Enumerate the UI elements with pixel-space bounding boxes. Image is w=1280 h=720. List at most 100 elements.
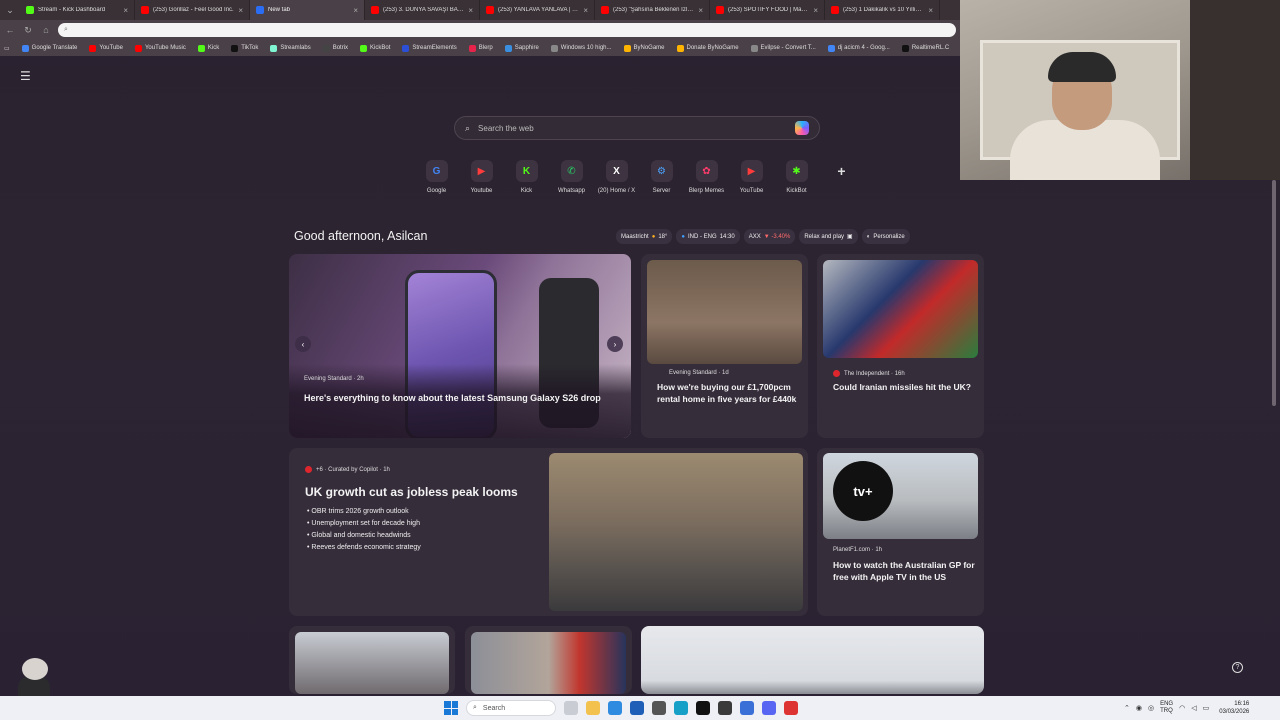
bookmark-label: Evilpse - Convert T... xyxy=(760,45,816,51)
add-shortcut-button[interactable]: + xyxy=(819,160,864,194)
x-app-icon[interactable] xyxy=(696,701,710,715)
app-icon-1[interactable] xyxy=(608,701,622,715)
bookmark-item[interactable]: dj acicm 4 - Goog... xyxy=(827,44,890,52)
cricket-chip[interactable]: ● IND - ENG 14:30 xyxy=(676,229,740,244)
bookmark-item[interactable]: Sapphire xyxy=(504,44,539,52)
browser-tab[interactable]: (253) 3. DÜNYA SAVAŞI BAŞLIYOR× xyxy=(365,0,480,20)
news-card-iran[interactable]: The Independent · 16h Could Iranian miss… xyxy=(817,254,984,438)
bookmark-item[interactable]: KickBot xyxy=(360,44,390,52)
quick-link-icon: ✆ xyxy=(560,160,583,182)
quick-link[interactable]: ▶ Youtube xyxy=(459,160,504,194)
card-image xyxy=(471,632,626,694)
quick-link[interactable]: ⚙ Server xyxy=(639,160,684,194)
quick-link[interactable]: G Google xyxy=(414,160,459,194)
bookmark-item[interactable]: Donate ByNoGame xyxy=(676,44,739,52)
app-icon-6[interactable] xyxy=(784,701,798,715)
info-chips: Maastricht ● 18° ● IND - ENG 14:30 AXX ▼… xyxy=(616,229,910,244)
bookmark-item[interactable]: Streamlabs xyxy=(270,44,311,52)
discord-icon[interactable] xyxy=(762,701,776,715)
browser-tab[interactable]: (253) Gorillaz - Feel Good Inc. × xyxy=(135,0,250,20)
bookmark-item[interactable]: ByNoGame xyxy=(623,44,665,52)
bookmarks-folder-icon[interactable]: ▭ xyxy=(4,45,10,52)
tab-favicon-icon xyxy=(256,6,264,14)
news-card-f1[interactable]: tv+ PlanetF1.com · 1h How to watch the A… xyxy=(817,448,984,616)
tab-close-icon[interactable]: × xyxy=(353,6,358,15)
bookmark-item[interactable]: StreamElements xyxy=(402,44,457,52)
weather-chip[interactable]: Maastricht ● 18° xyxy=(616,229,673,244)
tray-app-icon[interactable]: ◉ xyxy=(1136,704,1142,712)
news-card-bottom-2[interactable] xyxy=(465,626,632,694)
page-scrollbar[interactable] xyxy=(1272,180,1276,406)
browser-tab[interactable]: Stream - Kick Dashboard × xyxy=(20,0,135,20)
carousel-prev-button[interactable]: ‹ xyxy=(295,336,311,352)
news-card-bottom-1[interactable] xyxy=(289,626,455,694)
quick-link[interactable]: ✿ Blerp Memes xyxy=(684,160,729,194)
app-icon-3[interactable] xyxy=(652,701,666,715)
search-input[interactable] xyxy=(478,123,787,133)
tab-actions-chevron-icon[interactable]: ⌄ xyxy=(0,0,20,20)
bookmark-item[interactable]: Windows 10 high... xyxy=(550,44,612,52)
tab-close-icon[interactable]: × xyxy=(583,6,588,15)
back-arrow-icon[interactable]: ← xyxy=(4,25,16,35)
start-button-icon[interactable] xyxy=(444,701,458,715)
tab-close-icon[interactable]: × xyxy=(813,6,818,15)
browser-tab[interactable]: (253) "Şahsına Beklenen İzlemeli" × xyxy=(595,0,710,20)
news-card-hero[interactable]: Evening Standard · 2h Here's everything … xyxy=(289,254,631,438)
bullet-item: Reeves defends economic strategy xyxy=(307,542,420,554)
quick-link[interactable]: ▶ YouTube xyxy=(729,160,774,194)
app-icon-2[interactable] xyxy=(630,701,644,715)
task-view-icon[interactable] xyxy=(564,701,578,715)
hamburger-menu-icon[interactable]: ☰ xyxy=(20,69,31,83)
copilot-icon[interactable] xyxy=(795,121,809,135)
relax-chip[interactable]: Relax and play ▣ xyxy=(799,229,858,244)
help-icon[interactable]: ? xyxy=(1232,662,1243,673)
bookmark-item[interactable]: YouTube Music xyxy=(134,44,186,52)
bookmark-item[interactable]: RealtimeRL.C xyxy=(901,44,949,52)
browser-tab[interactable]: (253) 1 Dakikalık vs 10 Yıllık ing × xyxy=(825,0,940,20)
quick-link[interactable]: K Kick xyxy=(504,160,549,194)
tab-close-icon[interactable]: × xyxy=(238,6,243,15)
quick-link[interactable]: ✆ Whatsapp xyxy=(549,160,594,194)
bookmark-item[interactable]: Google Translate xyxy=(21,44,77,52)
taskbar-search[interactable]: ⌕ Search xyxy=(466,700,556,716)
carousel-next-button[interactable]: › xyxy=(607,336,623,352)
news-card-bottom-3[interactable] xyxy=(641,626,984,694)
battery-icon[interactable]: ▭ xyxy=(1203,704,1210,712)
edge-browser-icon[interactable] xyxy=(674,701,688,715)
bookmark-item[interactable]: Botrix xyxy=(322,44,348,52)
bookmark-item[interactable]: YouTube xyxy=(89,44,123,52)
quick-link[interactable]: ✱ KickBot xyxy=(774,160,819,194)
home-icon[interactable]: ⌂ xyxy=(40,25,52,35)
app-icon-5[interactable] xyxy=(740,701,754,715)
tray-app-icon[interactable]: ◎ xyxy=(1148,704,1154,712)
quick-link-label: Blerp Memes xyxy=(688,188,725,194)
tab-close-icon[interactable]: × xyxy=(928,6,933,15)
tab-close-icon[interactable]: × xyxy=(698,6,703,15)
file-explorer-icon[interactable] xyxy=(586,701,600,715)
personalize-button[interactable]: ◐ Personalize xyxy=(861,229,910,244)
wifi-icon[interactable]: ◠ xyxy=(1179,704,1185,712)
stock-chip[interactable]: AXX ▼ -3.40% xyxy=(743,229,796,244)
app-icon-4[interactable] xyxy=(718,701,732,715)
browser-tab[interactable]: (253) SPOTIFY FOOD | Madara × xyxy=(710,0,825,20)
tab-close-icon[interactable]: × xyxy=(123,6,128,15)
bookmark-item[interactable]: TikTok xyxy=(231,44,258,52)
news-card-uk-growth[interactable]: +6 · Curated by Copilot · 1h UK growth c… xyxy=(289,448,808,616)
clock[interactable]: 16:16 03/03/2026 xyxy=(1219,700,1249,716)
tray-chevron-icon[interactable]: ⌃ xyxy=(1124,704,1130,712)
news-card-rental[interactable]: Evening Standard · 1d How we're buying o… xyxy=(641,254,808,438)
tab-close-icon[interactable]: × xyxy=(468,6,473,15)
bookmark-item[interactable]: Evilpse - Convert T... xyxy=(750,44,816,52)
language-indicator[interactable]: ENG TRQ xyxy=(1160,701,1173,715)
bookmark-item[interactable]: Kick xyxy=(197,44,219,52)
url-field[interactable]: ⌕ xyxy=(58,23,956,37)
refresh-icon[interactable]: ↻ xyxy=(22,25,34,36)
volume-icon[interactable]: ◁ xyxy=(1191,704,1196,712)
bookmark-label: Blerp xyxy=(478,45,493,51)
quick-link[interactable]: X (20) Home / X xyxy=(594,160,639,194)
browser-tab[interactable]: New tab × xyxy=(250,0,365,20)
bookmark-item[interactable]: Blerp xyxy=(468,44,493,52)
tab-label: (253) 1 Dakikalık vs 10 Yıllık ing xyxy=(843,7,925,13)
web-search-box[interactable]: ⌕ xyxy=(454,116,820,140)
browser-tab[interactable]: (253) YANLAVA YANLAVA | 55mbt × xyxy=(480,0,595,20)
